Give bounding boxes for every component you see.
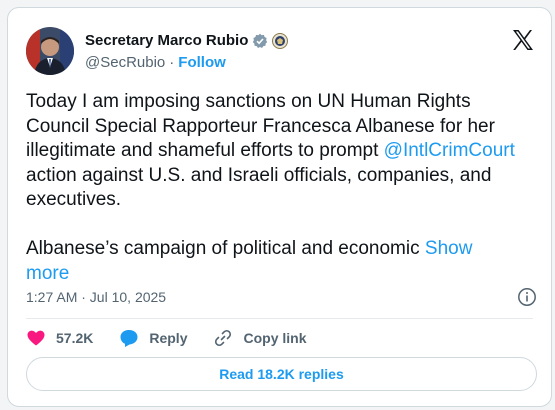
tweet-timestamp[interactable]: 1:27 AM · Jul 10, 2025 xyxy=(26,289,166,305)
author-handle-row: @SecRubio · Follow xyxy=(85,54,226,71)
x-logo-icon[interactable] xyxy=(511,28,535,52)
tweet-text-part: action against U.S. and Israeli official… xyxy=(26,164,492,211)
follow-button[interactable]: Follow xyxy=(178,54,226,71)
like-button[interactable]: 57.2K xyxy=(26,328,93,348)
link-icon xyxy=(215,329,232,347)
government-seal-icon xyxy=(272,32,289,49)
reply-bubble-icon xyxy=(120,330,138,347)
tweet-card: Secretary Marco Rubio @SecRubio · Follow… xyxy=(7,7,552,407)
tweet-text-part: Albanese’s campaign of political and eco… xyxy=(26,238,425,259)
like-count: 57.2K xyxy=(56,330,94,346)
read-replies-button[interactable]: Read 18.2K replies xyxy=(26,357,537,391)
verified-badge-icon xyxy=(252,33,268,49)
author-name-row: Secretary Marco Rubio xyxy=(85,32,289,49)
tweet-text: Today I am imposing sanctions on UN Huma… xyxy=(26,90,516,286)
mention-link[interactable]: @IntlCrimCourt xyxy=(384,140,515,161)
action-bar: 57.2K Reply Copy link xyxy=(26,328,333,348)
reply-label: Reply xyxy=(149,330,188,346)
author-name[interactable]: Secretary Marco Rubio xyxy=(85,32,248,49)
heart-icon xyxy=(27,330,45,346)
author-handle[interactable]: @SecRubio xyxy=(85,54,165,71)
divider xyxy=(26,318,533,319)
reply-button[interactable]: Reply xyxy=(119,328,187,348)
info-icon[interactable] xyxy=(517,287,537,307)
handle-separator: · xyxy=(169,54,175,71)
tweet-paragraph-2: Albanese’s campaign of political and eco… xyxy=(26,237,516,286)
tweet-paragraph-1: Today I am imposing sanctions on UN Huma… xyxy=(26,90,516,213)
copy-link-label: Copy link xyxy=(243,330,307,346)
avatar[interactable] xyxy=(26,27,74,75)
copy-link-button[interactable]: Copy link xyxy=(213,328,307,348)
